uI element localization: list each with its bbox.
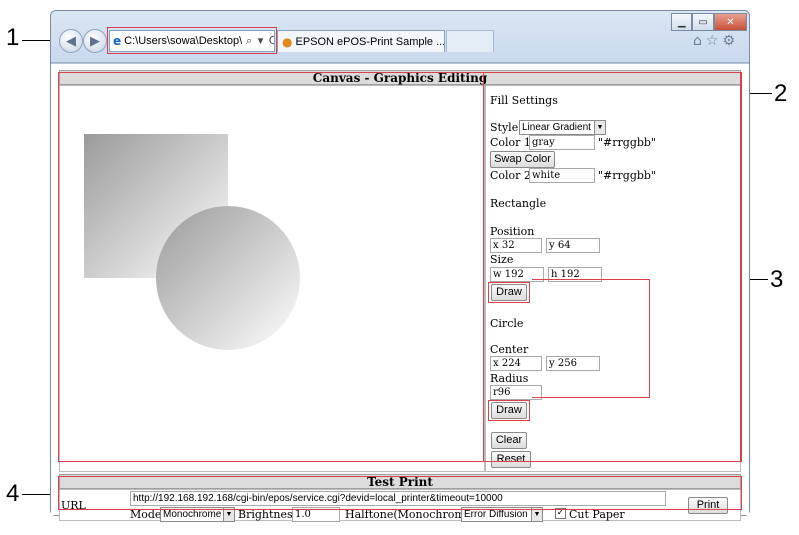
- callout-1-highlight: [107, 27, 277, 54]
- callout-1: 1: [6, 24, 20, 51]
- callout-3-connector-v: [649, 279, 650, 397]
- close-window-button[interactable]: ✕: [713, 13, 747, 31]
- home-icon[interactable]: ⌂: [693, 33, 706, 49]
- callout-4: 4: [6, 480, 20, 507]
- callout-3: 3: [770, 266, 784, 293]
- minimize-button[interactable]: ▁: [671, 13, 693, 31]
- forward-button[interactable]: ▶: [83, 29, 107, 53]
- new-tab-button[interactable]: [446, 30, 494, 52]
- maximize-button[interactable]: ▭: [692, 13, 714, 31]
- callout-4-highlight: [58, 476, 742, 510]
- star-icon[interactable]: ☆: [706, 33, 723, 49]
- callout-3-connector-h1: [532, 279, 650, 280]
- callout-3-connector-h2: [532, 397, 650, 398]
- tab-favicon-icon: ●: [282, 34, 293, 49]
- gear-icon[interactable]: ⚙: [722, 33, 739, 49]
- callout-2: 2: [774, 80, 788, 107]
- browser-tab[interactable]: ● EPSON ePOS-Print Sample ... ×: [277, 30, 445, 52]
- window-controls: ▁ ▭ ✕: [671, 13, 747, 31]
- toolbar-icons: ⌂☆⚙: [693, 33, 739, 49]
- back-button[interactable]: ◀: [59, 29, 83, 53]
- canvas-highlight: [58, 72, 742, 462]
- tab-title: EPSON ePOS-Print Sample ...: [295, 35, 445, 48]
